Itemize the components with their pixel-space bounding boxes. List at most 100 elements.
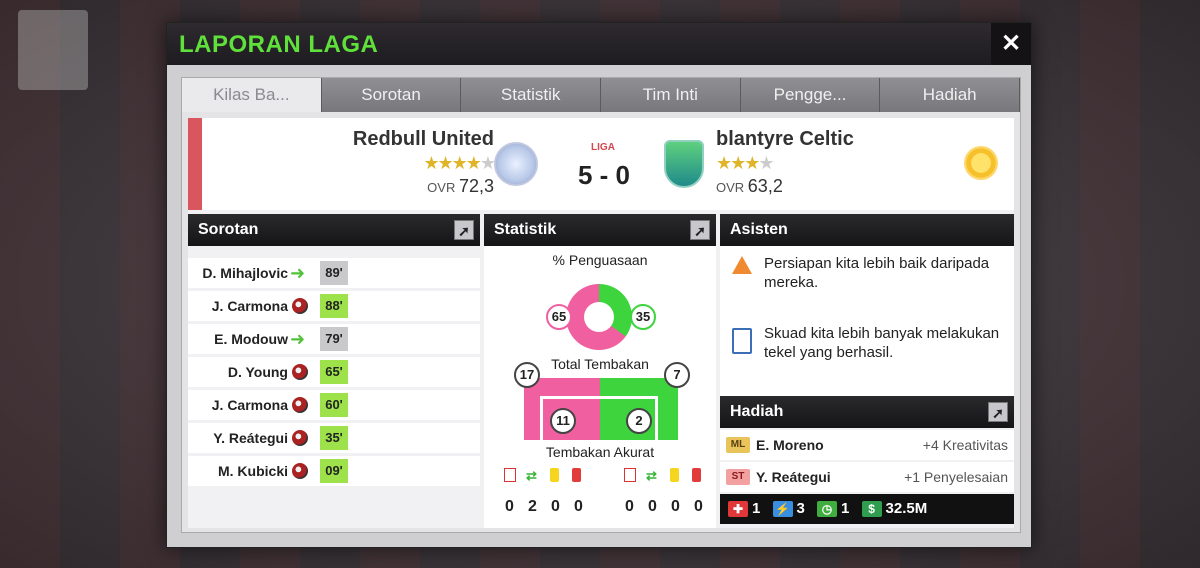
away-crest-icon bbox=[664, 140, 704, 188]
event-icons-row: ⇄ ⇄ bbox=[484, 468, 716, 488]
tab-hadiah[interactable]: Hadiah bbox=[880, 78, 1021, 112]
reward-row[interactable]: ST Y. Reátegui +1 Penyelesaian bbox=[720, 462, 1014, 492]
reward-player-name: Y. Reátegui bbox=[756, 469, 831, 485]
report-panel: Kilas Ba... Sorotan Statistik Tim Inti P… bbox=[181, 77, 1021, 533]
goal-ball-icon bbox=[292, 364, 308, 380]
tab-content: Redbull United ★★★★★ OVR 72,3 LIGA 5 - 0… bbox=[188, 118, 1014, 528]
event-minute: 79' bbox=[320, 327, 348, 351]
home-injury-count: 0 bbox=[505, 498, 514, 515]
expand-arrow-icon: ➚ bbox=[694, 223, 706, 239]
assistant-tips: Persiapan kita lebih baik daripada merek… bbox=[720, 246, 1014, 396]
tactics-clipboard-icon bbox=[732, 328, 756, 354]
list-item[interactable]: Y. Reátegui 35' bbox=[188, 423, 480, 453]
modal-title: LAPORAN LAGA bbox=[179, 31, 379, 58]
first-aid-icon bbox=[624, 468, 636, 482]
energy-count: 3 bbox=[796, 500, 805, 517]
home-accurate-shots: 11 bbox=[550, 408, 576, 434]
reward-row[interactable]: ML E. Moreno +4 Kreativitas bbox=[720, 430, 1014, 460]
reward-value: +1 Penyelesaian bbox=[904, 469, 1008, 485]
yellow-card-icon bbox=[670, 468, 679, 482]
medical-icon: ✚ bbox=[728, 501, 748, 518]
substitution-icon: ⇄ bbox=[526, 468, 537, 483]
match-score: 5 - 0 bbox=[577, 160, 631, 190]
expand-statistics-button[interactable]: ➚ bbox=[690, 220, 710, 240]
away-possession: 35 bbox=[630, 304, 656, 330]
away-red-count: 0 bbox=[694, 498, 703, 515]
expand-rewards-button[interactable]: ➚ bbox=[988, 402, 1008, 422]
player-name: E. Modouw bbox=[214, 331, 288, 347]
tab-sorotan[interactable]: Sorotan bbox=[321, 78, 462, 112]
close-icon: ✕ bbox=[1000, 30, 1022, 57]
list-item[interactable]: M. Kubicki 09' bbox=[188, 456, 480, 486]
list-item[interactable]: J. Carmona 60' bbox=[188, 390, 480, 420]
away-ovr-value: 63,2 bbox=[747, 176, 783, 196]
assistant-tip: Persiapan kita lebih baik daripada merek… bbox=[764, 255, 990, 291]
event-minute: 65' bbox=[320, 360, 348, 384]
accurate-shots-label: Tembakan Akurat bbox=[545, 444, 655, 460]
cash-icon: $ bbox=[861, 501, 882, 518]
list-item[interactable]: D. Young 65' bbox=[188, 357, 480, 387]
substitution-icon: ⇄ bbox=[646, 468, 657, 483]
tab-pengganti[interactable]: Pengge... bbox=[740, 78, 881, 112]
event-minute: 88' bbox=[320, 294, 348, 318]
title-bar: LAPORAN LAGA ✕ bbox=[167, 23, 1031, 65]
assistant-header: Asisten bbox=[720, 214, 1014, 246]
position-badge: ML bbox=[726, 437, 750, 453]
list-item[interactable]: E. Modouw ➜ 79' bbox=[188, 324, 480, 354]
possession-donut bbox=[566, 284, 632, 350]
rewards-title: Hadiah bbox=[730, 403, 784, 420]
position-badge: ST bbox=[726, 469, 750, 485]
event-minute: 60' bbox=[320, 393, 348, 417]
away-ovr: OVR 63,2 bbox=[716, 176, 854, 197]
highlights-list: D. Mihajlovic ➜ 89' J. Carmona 88' E. Modou… bbox=[188, 258, 480, 486]
home-sub-count: 2 bbox=[528, 498, 537, 515]
cash-amount: 32.5M bbox=[885, 500, 928, 517]
away-team-stars: ★★★★ bbox=[716, 153, 854, 174]
away-team-name: blantyre Celtic bbox=[716, 128, 854, 150]
away-accurate-shots: 2 bbox=[626, 408, 652, 434]
match-report-modal: LAPORAN LAGA ✕ Kilas Ba... Sorotan Stati… bbox=[166, 22, 1032, 548]
expand-highlights-button[interactable]: ➚ bbox=[454, 220, 474, 240]
home-ovr-label: OVR bbox=[427, 180, 456, 195]
time-count: 1 bbox=[841, 500, 850, 517]
player-name: J. Carmona bbox=[211, 397, 288, 413]
goal-ball-icon bbox=[292, 298, 308, 314]
player-name: D. Young bbox=[227, 364, 288, 380]
statistics-section: Statistik ➚ % Penguasaan 65 35 Total Tem… bbox=[484, 214, 716, 528]
time-icon: ◷ bbox=[817, 501, 838, 518]
reward-value: +4 Kreativitas bbox=[922, 437, 1008, 453]
away-event-counts: 0000 bbox=[618, 498, 710, 516]
away-ovr-label: OVR bbox=[716, 180, 745, 195]
tab-bar: Kilas Ba... Sorotan Statistik Tim Inti P… bbox=[182, 78, 1021, 112]
home-possession: 65 bbox=[546, 304, 572, 330]
home-crest-icon bbox=[494, 142, 538, 186]
rewards-section: Hadiah ➚ ML E. Moreno +4 Kreativitas ST … bbox=[720, 396, 1014, 492]
home-red-count: 0 bbox=[574, 498, 583, 515]
away-total-shots: 7 bbox=[664, 362, 690, 388]
background-frame bbox=[18, 10, 88, 90]
tab-tim-inti[interactable]: Tim Inti bbox=[601, 78, 741, 112]
tab-statistik[interactable]: Statistik bbox=[461, 78, 602, 112]
assistant-title: Asisten bbox=[730, 221, 788, 238]
list-item[interactable]: J. Carmona 88' bbox=[188, 291, 480, 321]
list-item[interactable]: D. Mihajlovic ➜ 89' bbox=[188, 258, 480, 288]
expand-arrow-icon: ➚ bbox=[992, 405, 1004, 421]
rewards-footer: ✚ 1 ⚡ 3 ◷ 1 $32.5M bbox=[720, 494, 1014, 524]
energy-icon: ⚡ bbox=[772, 501, 793, 518]
goal-ball-icon bbox=[292, 430, 308, 446]
player-name: D. Mihajlovic bbox=[202, 265, 288, 281]
home-team-name: Redbull United bbox=[352, 128, 494, 150]
red-card-icon bbox=[572, 468, 581, 482]
home-yellow-count: 0 bbox=[551, 498, 560, 515]
home-total-shots: 17 bbox=[514, 362, 540, 388]
assistant-tip: Skuad kita lebih banyak melakukan tekel … bbox=[764, 325, 1000, 361]
star-icon: ★★★★ bbox=[423, 153, 482, 173]
highlights-header: Sorotan ➚ bbox=[188, 214, 480, 246]
close-button[interactable]: ✕ bbox=[991, 23, 1031, 65]
player-name: J. Carmona bbox=[211, 298, 288, 314]
player-name: M. Kubicki bbox=[217, 463, 288, 479]
goal-ball-icon bbox=[292, 397, 308, 413]
tab-kilas-balik[interactable]: Kilas Ba... bbox=[182, 78, 322, 112]
expand-arrow-icon: ➚ bbox=[458, 223, 470, 239]
event-minute: 35' bbox=[320, 426, 348, 450]
